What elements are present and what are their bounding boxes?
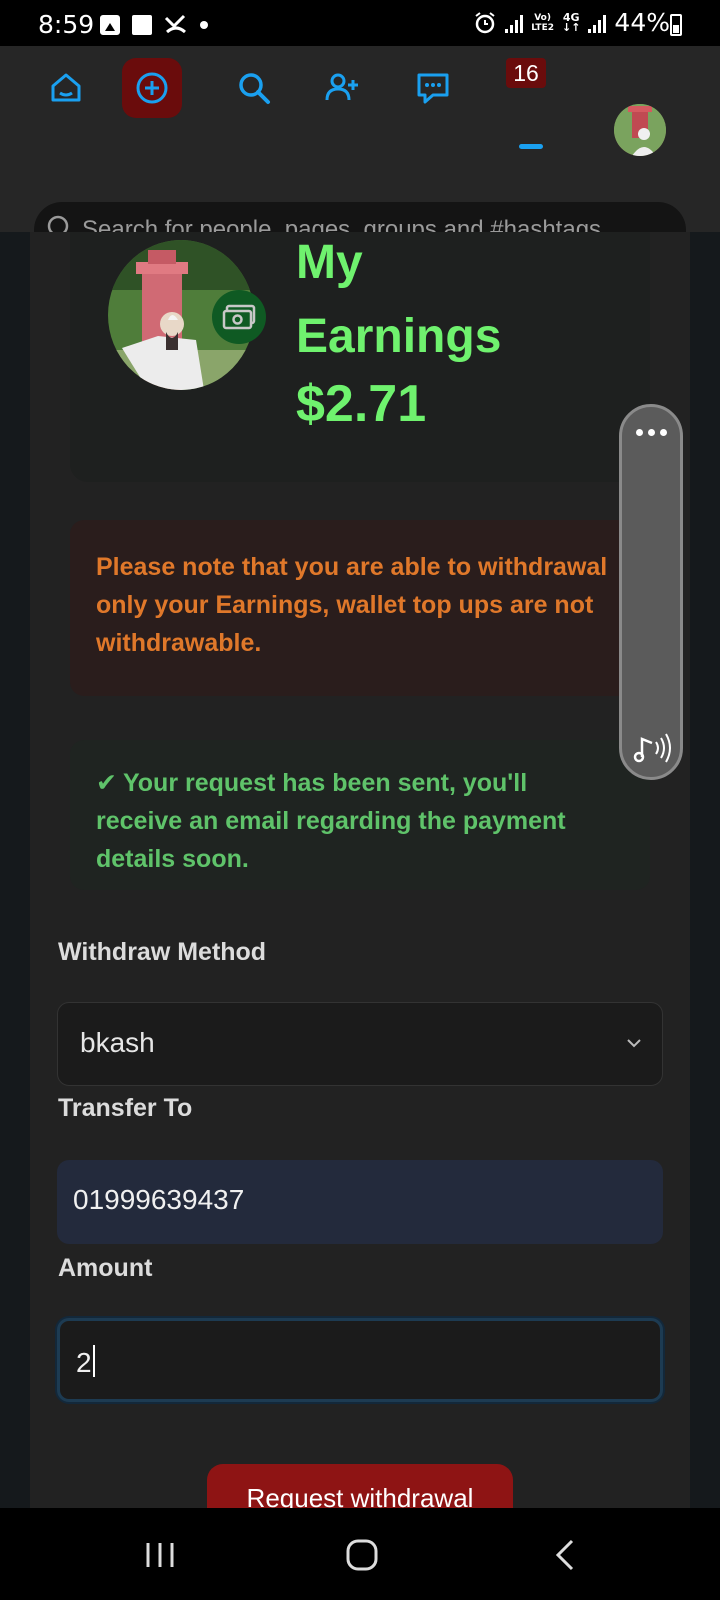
success-message: ✔ Your request has been sent, you'll rece… <box>96 764 616 878</box>
transfer-to-input[interactable]: 01999639437 <box>57 1160 663 1244</box>
notification-count-badge: 16 <box>506 58 546 88</box>
notifications-bell-icon[interactable] <box>519 144 543 149</box>
status-bar: 8:59 Vo) LTE2 4G ↓↑ 44% <box>0 0 720 46</box>
amount-value: 2 <box>76 1345 95 1379</box>
network-type-indicator: 4G ↓↑ <box>561 10 581 34</box>
friend-requests-button[interactable] <box>312 58 372 118</box>
battery-percentage: 44% <box>614 8 670 37</box>
gallery-icon <box>100 15 120 35</box>
messages-icon <box>417 73 449 104</box>
earnings-badge <box>212 290 266 344</box>
request-sent-alert: ✔ Your request has been sent, you'll rece… <box>70 740 650 890</box>
withdraw-method-value: bkash <box>80 1027 155 1058</box>
more-options-icon[interactable] <box>636 429 667 436</box>
withdraw-method-label: Withdraw Method <box>58 938 267 966</box>
status-right-icons: Vo) LTE2 4G ↓↑ 44% <box>473 8 670 37</box>
withdraw-method-select[interactable]: bkash <box>57 1002 663 1086</box>
status-notification-icons <box>100 14 208 36</box>
transfer-to-label: Transfer To <box>58 1094 193 1122</box>
music-sound-icon[interactable] <box>632 731 674 765</box>
profile-avatar[interactable] <box>614 104 666 156</box>
money-icon <box>222 304 256 330</box>
amount-label: Amount <box>58 1254 153 1282</box>
earnings-amount: $2.71 <box>296 375 427 433</box>
app-notification-icon <box>132 15 152 35</box>
avatar-image <box>614 104 666 156</box>
signal-icon-2 <box>588 13 607 33</box>
search-icon <box>239 73 270 104</box>
add-friend-icon <box>325 73 358 101</box>
success-text: Your request has been sent, you'll recei… <box>96 769 566 873</box>
home-icon <box>51 73 81 102</box>
alarm-icon <box>475 11 495 33</box>
messages-button[interactable] <box>403 58 463 118</box>
warning-text: Please note that you are able to withdra… <box>96 553 608 657</box>
chevron-down-icon <box>627 1039 641 1048</box>
transfer-to-value: 01999639437 <box>73 1184 245 1215</box>
volte-indicator: Vo) LTE2 <box>531 12 554 33</box>
search-nav-button[interactable] <box>224 58 284 118</box>
more-notifications-dot-icon <box>200 21 208 29</box>
home-button[interactable] <box>36 58 96 118</box>
back-icon[interactable] <box>548 1538 584 1572</box>
withdraw-warning-alert: Please note that you are able to withdra… <box>70 520 650 696</box>
earnings-title: My Earnings <box>296 236 502 363</box>
recent-apps-icon[interactable] <box>142 1538 178 1572</box>
amount-input[interactable]: 2 <box>57 1318 663 1402</box>
missed-call-icon <box>164 14 186 34</box>
add-circle-icon <box>136 72 168 104</box>
status-time: 8:59 <box>38 10 95 39</box>
system-navigation-bar <box>0 1508 720 1600</box>
battery-icon <box>670 14 682 36</box>
check-icon: ✔ <box>96 769 117 797</box>
signal-icon <box>505 13 524 33</box>
floating-edge-panel[interactable] <box>619 404 683 780</box>
create-post-button[interactable] <box>122 58 182 118</box>
text-cursor <box>92 1345 95 1377</box>
home-nav-icon[interactable] <box>344 1538 380 1572</box>
app-header: 16 <box>0 46 720 258</box>
